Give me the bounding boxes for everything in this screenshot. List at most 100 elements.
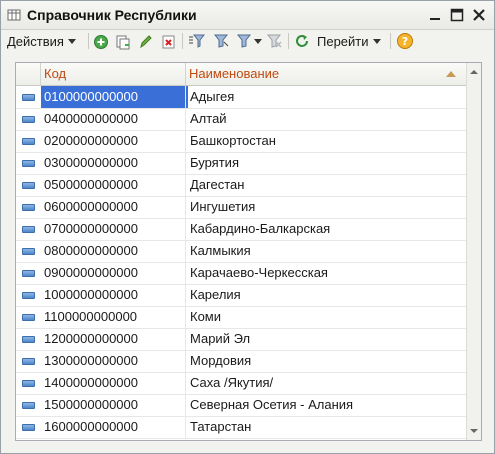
code-cell[interactable]: 0300000000000 [41, 152, 188, 174]
catalog-item-icon [22, 226, 35, 233]
toolbar-divider [88, 33, 89, 49]
actions-menu-button[interactable]: Действия [7, 32, 76, 50]
row-icon-cell [16, 328, 38, 350]
refresh-icon[interactable] [294, 32, 310, 50]
help-icon[interactable]: ? [396, 32, 414, 50]
catalog-item-icon [22, 292, 35, 299]
name-cell[interactable]: Адыгея [185, 86, 466, 108]
table-row[interactable]: 0300000000000 Бурятия [16, 152, 466, 175]
table-row[interactable]: 1400000000000 Саха /Якутия/ [16, 372, 466, 395]
edit-pencil-icon[interactable] [138, 32, 154, 50]
header-icon-cell [16, 63, 41, 85]
code-cell[interactable]: 0900000000000 [41, 262, 188, 284]
name-cell[interactable]: Алтай [185, 108, 466, 130]
table-row[interactable]: 1600000000000 Татарстан [16, 416, 466, 439]
name-cell[interactable]: Ингушетия [185, 196, 466, 218]
name-cell[interactable]: Марий Эл [185, 328, 466, 350]
table-row[interactable]: 0200000000000 Башкортостан [16, 130, 466, 153]
table-row[interactable]: 0700000000000 Кабардино-Балкарская [16, 218, 466, 241]
row-icon-cell [16, 196, 38, 218]
code-cell[interactable]: 0600000000000 [41, 196, 188, 218]
catalog-item-icon [22, 160, 35, 167]
table-row[interactable]: 1100000000000 Коми [16, 306, 466, 329]
table-row[interactable]: 0800000000000 Калмыкия [16, 240, 466, 263]
title-bar: Справочник Республики [1, 1, 494, 30]
code-cell[interactable]: 1100000000000 [41, 306, 188, 328]
code-cell[interactable]: 1000000000000 [41, 284, 188, 306]
catalog-item-icon [22, 270, 35, 277]
filter-value-icon[interactable] [212, 32, 230, 50]
clear-filter-icon[interactable] [265, 32, 283, 50]
minimize-icon[interactable] [427, 7, 443, 23]
table-row[interactable]: 0100000000000 Адыгея [16, 86, 466, 109]
column-header-name-label: Наименование [189, 66, 280, 81]
code-cell[interactable]: 0400000000000 [41, 108, 188, 130]
toolbar: Действия Перейти ? [1, 30, 494, 52]
goto-label: Перейти [317, 33, 369, 49]
table-row[interactable]: 0600000000000 Ингушетия [16, 196, 466, 219]
column-header-name[interactable]: Наименование [185, 63, 466, 85]
name-cell[interactable]: Татарстан [185, 416, 466, 438]
code-cell[interactable]: 1300000000000 [41, 350, 188, 372]
row-icon-cell [16, 306, 38, 328]
name-cell[interactable]: Мордовия [185, 350, 466, 372]
name-cell[interactable]: Калмыкия [185, 240, 466, 262]
scroll-down-icon[interactable] [467, 424, 481, 438]
chevron-down-icon [67, 38, 76, 44]
row-icon-cell [16, 262, 38, 284]
delete-mark-icon[interactable] [161, 32, 177, 50]
code-cell[interactable]: 1500000000000 [41, 394, 188, 416]
name-cell[interactable]: Бурятия [185, 152, 466, 174]
table-row[interactable]: 0900000000000 Карачаево-Черкесская [16, 262, 466, 285]
name-cell[interactable]: Коми [185, 306, 466, 328]
name-cell[interactable]: Дагестан [185, 174, 466, 196]
filter-list-icon[interactable] [188, 32, 206, 50]
catalog-item-icon [22, 138, 35, 145]
row-icon-cell [16, 152, 38, 174]
name-cell[interactable]: Северная Осетия - Алания [185, 394, 466, 416]
code-cell[interactable]: 0800000000000 [41, 240, 188, 262]
catalog-item-icon [22, 116, 35, 123]
catalog-item-icon [22, 424, 35, 431]
table-row[interactable]: 1500000000000 Северная Осетия - Алания [16, 394, 466, 417]
row-icon-cell [16, 174, 38, 196]
name-cell[interactable]: Кабардино-Балкарская [185, 218, 466, 240]
table-row[interactable]: 0400000000000 Алтай [16, 108, 466, 131]
row-icon-cell [16, 372, 38, 394]
toolbar-divider [182, 33, 183, 49]
window-title: Справочник Республики [27, 7, 197, 23]
data-grid[interactable]: Код Наименование 0100000000000 Адыгея 0400… [15, 62, 482, 441]
row-icon-cell [16, 284, 38, 306]
table-row[interactable]: 1300000000000 Мордовия [16, 350, 466, 373]
catalog-item-icon [22, 314, 35, 321]
scroll-up-icon[interactable] [467, 65, 481, 79]
code-cell[interactable]: 0500000000000 [41, 174, 188, 196]
name-cell[interactable]: Карелия [185, 284, 466, 306]
column-header-code[interactable]: Код [41, 63, 186, 85]
table-row[interactable]: 1200000000000 Марий Эл [16, 328, 466, 351]
table-row[interactable]: 1000000000000 Карелия [16, 284, 466, 307]
close-icon[interactable] [471, 7, 487, 23]
vertical-scrollbar[interactable] [466, 63, 481, 440]
code-cell[interactable]: 1200000000000 [41, 328, 188, 350]
copy-icon[interactable] [115, 32, 131, 50]
table-row[interactable]: 0500000000000 Дагестан [16, 174, 466, 197]
maximize-icon[interactable] [449, 7, 465, 23]
code-cell[interactable]: 1400000000000 [41, 372, 188, 394]
name-cell[interactable]: Башкортостан [185, 130, 466, 152]
code-cell[interactable]: 0200000000000 [41, 130, 188, 152]
code-cell[interactable]: 1600000000000 [41, 416, 188, 438]
name-cell[interactable]: Карачаево-Черкесская [185, 262, 466, 284]
filter-settings-button[interactable] [235, 32, 262, 50]
catalog-item-icon [22, 380, 35, 387]
row-icon-cell [16, 108, 38, 130]
sort-ascending-icon [446, 71, 456, 77]
row-icon-cell [16, 86, 38, 108]
goto-menu-button[interactable]: Перейти [317, 32, 381, 50]
add-icon[interactable] [93, 32, 109, 50]
name-cell[interactable]: Саха /Якутия/ [185, 372, 466, 394]
code-cell[interactable]: 0700000000000 [41, 218, 188, 240]
code-cell[interactable]: 0100000000000 [41, 86, 188, 108]
row-icon-cell [16, 416, 38, 438]
filter-settings-icon [236, 34, 252, 48]
